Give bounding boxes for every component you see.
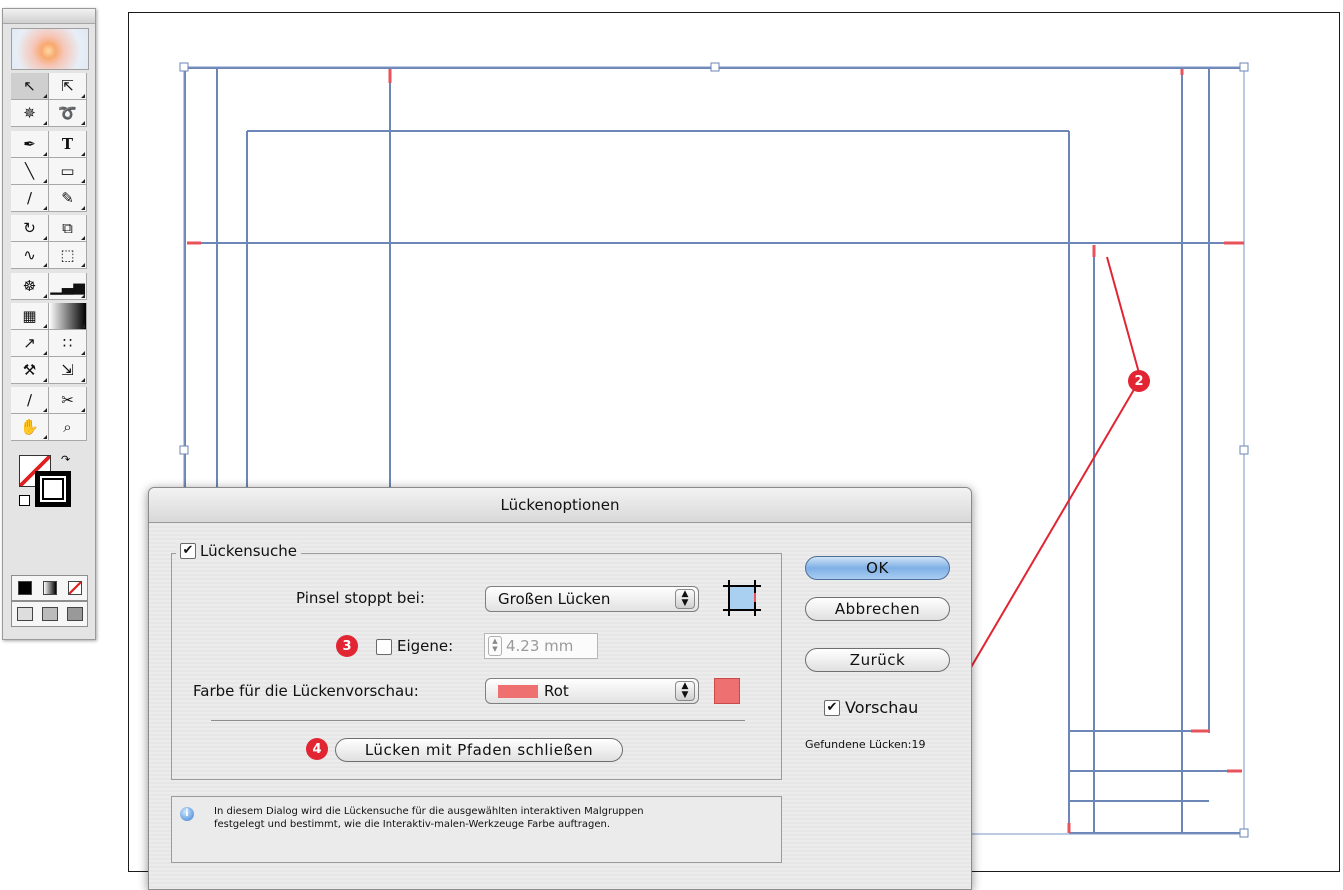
callout-line-2-a (1106, 256, 1140, 374)
standard-screen-mode-icon[interactable] (16, 607, 33, 621)
tool-group-selection: ↖ ⇱ ✵ ➰ (11, 73, 87, 127)
swap-fill-stroke-icon[interactable]: ↷ (61, 453, 70, 466)
eyedropper-tool-icon[interactable]: ↗ (11, 330, 49, 357)
gap-detection-legend: Lückensuche (176, 542, 302, 560)
toolbox-panel: ↖ ⇱ ✵ ➰ ✒ T ╲ ▭ ∕ ✎ ↻ ⧉ ∿ ⬚ ☸ ▁▃▅ ▦ . ↗ … (2, 8, 96, 640)
dropdown-arrows-icon: ▲ ▼ (675, 589, 695, 609)
brush-stops-value: Großen Lücken (498, 590, 611, 608)
color-mode-icon[interactable] (17, 581, 32, 595)
scissors-tool-icon[interactable]: ✂ (49, 387, 87, 414)
preview-color-swatch[interactable] (714, 678, 740, 704)
info-text-line-1: In diesem Dialog wird die Lückensuche fü… (214, 806, 644, 817)
gap-size-preview-icon (723, 580, 761, 616)
info-text-line-2: festgelegt und bestimmt, wie die Interak… (214, 819, 611, 830)
fill-stroke-widget: ↷ (19, 453, 79, 515)
info-icon: i (180, 807, 194, 821)
symbol-sprayer-tool-icon[interactable]: ☸ (11, 273, 49, 300)
callout-line-2-b (942, 380, 1140, 716)
tool-group-draw: ✒ T ╲ ▭ ∕ ✎ (11, 131, 87, 212)
hand-tool-icon[interactable]: ✋ (11, 414, 49, 441)
line-tool-icon[interactable]: ╲ (11, 158, 49, 185)
selection-tool-icon[interactable]: ↖ (11, 73, 49, 100)
free-transform-tool-icon[interactable]: ⬚ (49, 242, 87, 269)
callout-badge-3: 3 (336, 635, 358, 657)
custom-gap-label: Eigene: (397, 637, 454, 655)
tool-group-paint: ▦ . ↗ ∷ ⚒ ⇲ (11, 303, 87, 384)
ok-button[interactable]: OK (805, 556, 950, 580)
preview-label: Vorschau (845, 698, 919, 717)
blend-tool-icon[interactable]: ∷ (49, 330, 87, 357)
none-mode-icon[interactable] (67, 581, 82, 595)
close-gaps-with-paths-button[interactable]: Lücken mit Pfaden schließen (335, 738, 623, 762)
pencil-tool-icon[interactable]: ✎ (49, 185, 87, 212)
lasso-tool-icon[interactable]: ➰ (49, 100, 87, 127)
stepper-arrows-icon[interactable]: ▲ ▼ (488, 636, 502, 656)
live-paint-selection-tool-icon[interactable]: ⇲ (49, 357, 87, 384)
gap-detection-label: Lückensuche (200, 542, 298, 560)
column-graph-tool-icon[interactable]: ▁▃▅ (49, 273, 87, 300)
slice-tool-icon[interactable]: ∕ (11, 387, 49, 414)
pen-tool-icon[interactable]: ✒ (11, 131, 49, 158)
live-paint-bucket-tool-icon[interactable]: ⚒ (11, 357, 49, 384)
reset-button[interactable]: Zurück (805, 648, 950, 672)
brush-stops-label: Pinsel stoppt bei: (296, 589, 425, 607)
tool-group-transform: ↻ ⧉ ∿ ⬚ (11, 215, 87, 269)
tool-group-symbol: ☸ ▁▃▅ (11, 273, 87, 300)
custom-gap-field[interactable]: ▲ ▼ 4.23 mm (484, 633, 598, 659)
stroke-swatch[interactable] (35, 471, 71, 507)
direct-selection-tool-icon[interactable]: ⇱ (49, 73, 87, 100)
preview-color-value: Rot (544, 682, 569, 700)
preview-color-dropdown[interactable]: Rot ▲ ▼ (485, 678, 699, 704)
tool-group-view: ∕ ✂ ✋ ⌕ (11, 387, 87, 441)
gaps-found-count: Gefundene Lücken:19 (805, 738, 926, 751)
callout-badge-4: 4 (306, 738, 328, 760)
custom-gap-checkbox[interactable] (376, 639, 392, 655)
callout-lines (942, 256, 1140, 716)
zoom-tool-icon[interactable]: ⌕ (49, 414, 87, 441)
toolbox-titlebar[interactable] (3, 9, 95, 24)
warp-tool-icon[interactable]: ∿ (11, 242, 49, 269)
scale-tool-icon[interactable]: ⧉ (49, 215, 87, 242)
screen-mode-buttons (11, 601, 88, 627)
color-mode-buttons (11, 575, 88, 601)
type-tool-icon[interactable]: T (49, 131, 87, 158)
dialog-title[interactable]: Lückenoptionen (149, 488, 971, 523)
info-box: i In diesem Dialog wird die Lückensuche … (171, 796, 782, 863)
gradient-tool-icon[interactable]: . (49, 303, 87, 330)
rectangle-tool-icon[interactable]: ▭ (49, 158, 87, 185)
dropdown-arrows-icon: ▲ ▼ (675, 681, 695, 701)
cancel-button[interactable]: Abbrechen (805, 597, 950, 621)
default-fill-stroke-icon[interactable] (19, 495, 30, 506)
callout-badge-2: 2 (1128, 370, 1150, 392)
brush-stops-dropdown[interactable]: Großen Lücken ▲ ▼ (485, 586, 699, 612)
mesh-tool-icon[interactable]: ▦ (11, 303, 49, 330)
preview-color-chip (498, 684, 538, 698)
gap-detection-checkbox[interactable] (180, 543, 196, 559)
full-screen-mode-icon[interactable] (66, 607, 83, 621)
magic-wand-tool-icon[interactable]: ✵ (11, 100, 49, 127)
preview-color-label: Farbe für die Lückenvorschau: (193, 682, 419, 700)
preview-checkbox[interactable] (824, 700, 840, 716)
app-logo[interactable] (11, 28, 89, 70)
custom-gap-value: 4.23 mm (506, 637, 574, 655)
gradient-mode-icon[interactable] (42, 581, 57, 595)
paintbrush-tool-icon[interactable]: ∕ (11, 185, 49, 212)
gap-options-dialog: Lückenoptionen Lückensuche Pinsel stoppt… (148, 487, 972, 890)
rotate-tool-icon[interactable]: ↻ (11, 215, 49, 242)
group-divider (211, 720, 745, 721)
full-screen-menu-mode-icon[interactable] (41, 607, 58, 621)
